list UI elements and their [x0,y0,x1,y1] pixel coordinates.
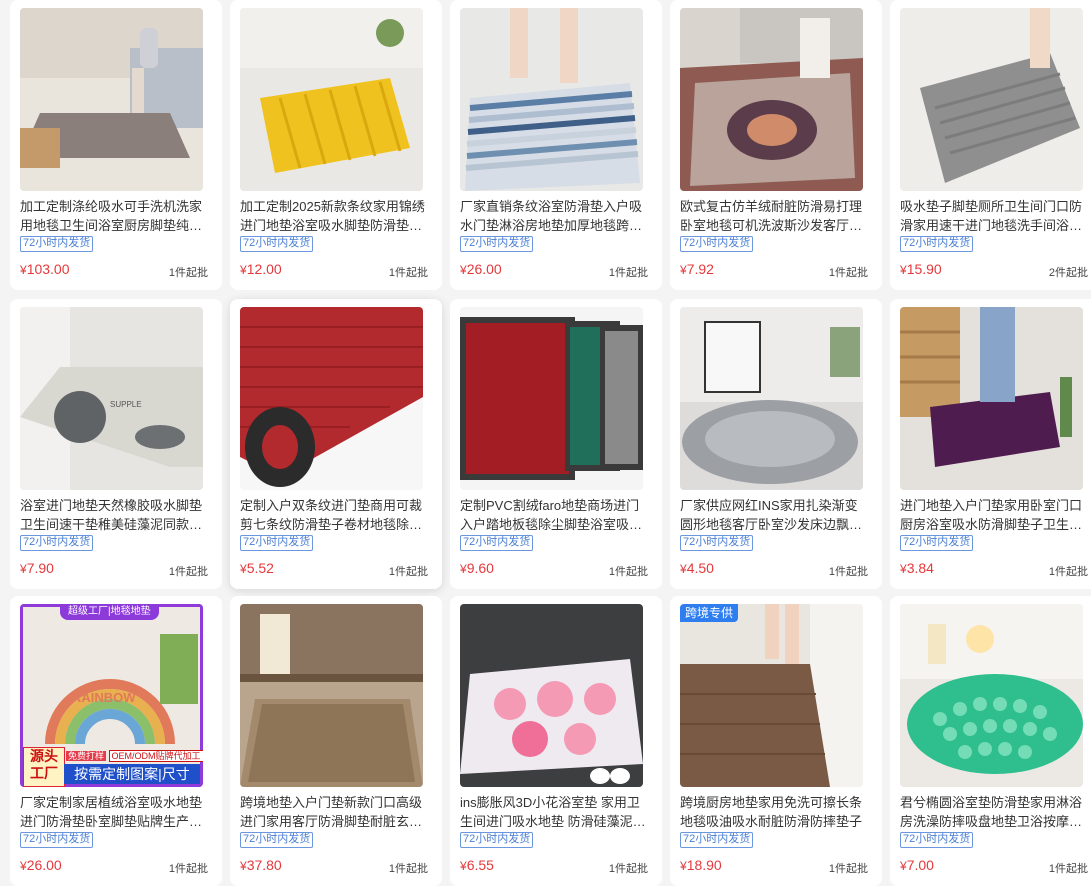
shipping-badge: 72小时内发货 [20,832,94,848]
product-image[interactable] [900,8,1083,191]
product-title[interactable]: 厂家直销条纹浴室防滑垫入户吸水门垫淋浴房地垫加厚地毯跨… [460,197,648,235]
product-image[interactable] [460,8,643,191]
product-card[interactable]: 跨境地垫入户门垫新款门口高级进门家用客厅防滑脚垫耐脏玄… 72小时内发货 ¥37… [230,596,442,886]
product-image[interactable] [240,604,423,787]
product-price: ¥18.90 [680,857,722,873]
brand-text: SUPPLE [110,400,142,409]
product-price: ¥4.50 [680,560,714,576]
product-card[interactable]: 吸水垫子脚垫厕所卫生间门口防滑家用速干进门地毯洗手间浴… 72小时内发货 ¥15… [890,0,1091,290]
min-order: 1件起批 [1048,566,1088,578]
product-title[interactable]: 进门地垫入户门垫家用卧室门口厨房浴室吸水防滑脚垫子卫生… [900,496,1088,534]
product-price: ¥26.00 [460,261,502,277]
service-chips: 免费打样 OEM/ODM贴牌代加工 [66,749,203,762]
min-order: 1件起批 [608,863,648,875]
product-card[interactable]: 厂家直销条纹浴室防滑垫入户吸水门垫淋浴房地垫加厚地毯跨… 72小时内发货 ¥26… [450,0,662,290]
shipping-badge: 72小时内发货 [680,832,754,848]
min-order: 1件起批 [388,566,428,578]
shipping-badge: 72小时内发货 [240,236,314,252]
product-price: ¥9.60 [460,560,494,576]
product-card[interactable]: 加工定制2025新款条纹家用锦绣进门地垫浴室吸水脚垫防滑垫… 72小时内发货 ¥… [230,0,442,290]
product-image[interactable] [680,8,863,191]
min-order: 1件起批 [168,566,208,578]
min-order: 1件起批 [608,566,648,578]
product-price: ¥6.55 [460,857,494,873]
factory-banner: 超级工厂|地毯地垫 [60,604,159,620]
shipping-badge: 72小时内发货 [680,535,754,551]
product-price: ¥103.00 [20,261,70,277]
min-order: 1件起批 [168,267,208,279]
product-card[interactable]: 跨境专供 跨境厨房地垫家用免洗可擦长条地毯吸油吸水耐脏防滑防摔垫子 72小时内发… [670,596,882,886]
product-title[interactable]: 加工定制涤纶吸水可手洗机洗家用地毯卫生间浴室厨房脚垫纯… [20,197,208,235]
min-order: 1件起批 [608,267,648,279]
product-image[interactable]: 跨境专供 [680,604,863,787]
shipping-badge: 72小时内发货 [900,236,974,252]
shipping-badge: 72小时内发货 [20,535,94,551]
product-image[interactable] [900,604,1083,787]
product-title[interactable]: 厂家供应网红INS家用扎染渐变圆形地毯客厅卧室沙发床边飘… [680,496,868,534]
product-price: ¥37.80 [240,857,282,873]
product-price: ¥15.90 [900,261,942,277]
rainbow-text: RAINBOW [72,690,136,705]
product-card[interactable]: 进门地垫入户门垫家用卧室门口厨房浴室吸水防滑脚垫子卫生… 72小时内发货 ¥3.… [890,299,1091,589]
product-price: ¥7.00 [900,857,934,873]
product-image[interactable] [240,307,423,490]
product-title[interactable]: 欧式复古仿羊绒耐脏防滑易打理卧室地毯可机洗波斯沙发客厅… [680,197,868,235]
product-price: ¥7.92 [680,261,714,277]
product-card[interactable]: 欧式复古仿羊绒耐脏防滑易打理卧室地毯可机洗波斯沙发客厅… 72小时内发货 ¥7.… [670,0,882,290]
min-order: 1件起批 [828,863,868,875]
custom-pattern-banner: 按需定制图案|尺寸 [64,764,200,784]
product-image[interactable] [460,604,643,787]
product-image[interactable] [240,8,423,191]
product-price: ¥5.52 [240,560,274,576]
product-price: ¥7.90 [20,560,54,576]
product-title[interactable]: 加工定制2025新款条纹家用锦绣进门地垫浴室吸水脚垫防滑垫… [240,197,428,235]
product-title[interactable]: 跨境厨房地垫家用免洗可擦长条地毯吸油吸水耐脏防滑防摔垫子 [680,793,868,831]
product-card[interactable]: 加工定制涤纶吸水可手洗机洗家用地毯卫生间浴室厨房脚垫纯… 72小时内发货 ¥10… [10,0,222,290]
product-card[interactable]: ins膨胀风3D小花浴室垫 家用卫生间进门吸水地垫 防滑硅藻泥… 72小时内发货… [450,596,662,886]
product-image[interactable] [20,8,203,191]
product-card[interactable]: 定制PVC割绒faro地垫商场进门入户踏地板毯除尘脚垫浴室吸… 72小时内发货 … [450,299,662,589]
product-image[interactable] [460,307,643,490]
product-card[interactable]: RAINBOW 超级工厂|地毯地垫 源头 工厂 免费打样 OEM/ODM贴牌代加工… [10,596,222,886]
product-title[interactable]: 定制入户双条纹进门垫商用可裁剪七条纹防滑垫子卷材地毯除… [240,496,428,534]
min-order: 1件起批 [388,267,428,279]
product-card[interactable]: 厂家供应网红INS家用扎染渐变圆形地毯客厅卧室沙发床边飘… 72小时内发货 ¥4… [670,299,882,589]
source-factory-badge: 源头 工厂 [23,747,65,787]
min-order: 1件起批 [828,566,868,578]
product-title[interactable]: 跨境地垫入户门垫新款门口高级进门家用客厅防滑脚垫耐脏玄… [240,793,428,831]
product-price: ¥12.00 [240,261,282,277]
product-title[interactable]: 定制PVC割绒faro地垫商场进门入户踏地板毯除尘脚垫浴室吸… [460,496,648,534]
cross-border-tag: 跨境专供 [680,604,739,622]
product-image[interactable] [900,307,1083,490]
shipping-badge: 72小时内发货 [460,535,534,551]
product-image[interactable]: SUPPLE [20,307,203,490]
product-grid: 加工定制涤纶吸水可手洗机洗家用地毯卫生间浴室厨房脚垫纯… 72小时内发货 ¥10… [0,0,1091,886]
shipping-badge: 72小时内发货 [680,236,754,252]
product-price: ¥3.84 [900,560,934,576]
product-title[interactable]: 浴室进门地垫天然橡胶吸水脚垫卫生间速干垫稚美硅藻泥同款… [20,496,208,534]
shipping-badge: 72小时内发货 [900,832,974,848]
min-order: 1件起批 [828,267,868,279]
min-order: 1件起批 [1048,863,1088,875]
shipping-badge: 72小时内发货 [460,832,534,848]
shipping-badge: 72小时内发货 [240,832,314,848]
product-image[interactable] [680,307,863,490]
product-title[interactable]: 厂家定制家居植绒浴室吸水地垫进门防滑垫卧室脚垫贴牌生产… [20,793,208,831]
shipping-badge: 72小时内发货 [240,535,314,551]
min-order: 1件起批 [388,863,428,875]
product-card[interactable]: 君兮椭圆浴室垫防滑垫家用淋浴房洗澡防摔吸盘地垫卫浴按摩… 72小时内发货 ¥7.… [890,596,1091,886]
product-title[interactable]: 君兮椭圆浴室垫防滑垫家用淋浴房洗澡防摔吸盘地垫卫浴按摩… [900,793,1088,831]
shipping-badge: 72小时内发货 [460,236,534,252]
product-price: ¥26.00 [20,857,62,873]
shipping-badge: 72小时内发货 [20,236,94,252]
product-card[interactable]: 定制入户双条纹进门垫商用可裁剪七条纹防滑垫子卷材地毯除… 72小时内发货 ¥5.… [230,299,442,589]
product-card[interactable]: SUPPLE 浴室进门地垫天然橡胶吸水脚垫卫生间速干垫稚美硅藻泥同款… 72小时… [10,299,222,589]
min-order: 2件起批 [1048,267,1088,279]
product-title[interactable]: 吸水垫子脚垫厕所卫生间门口防滑家用速干进门地毯洗手间浴… [900,197,1088,235]
min-order: 1件起批 [168,863,208,875]
product-title[interactable]: ins膨胀风3D小花浴室垫 家用卫生间进门吸水地垫 防滑硅藻泥… [460,793,648,831]
shipping-badge: 72小时内发货 [900,535,974,551]
product-image[interactable]: RAINBOW 超级工厂|地毯地垫 源头 工厂 免费打样 OEM/ODM贴牌代加工… [20,604,203,787]
